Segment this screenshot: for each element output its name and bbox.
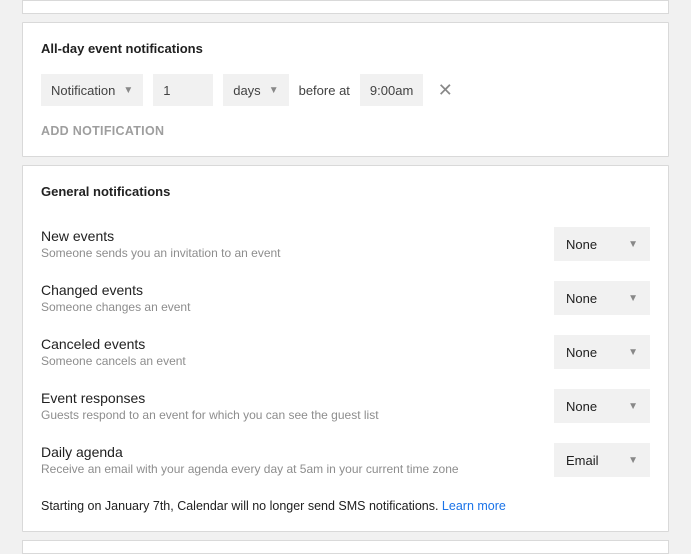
remove-notification-button[interactable]: ✕ xyxy=(433,78,457,102)
gn-dropdown-value: None xyxy=(566,345,597,360)
next-card-edge xyxy=(22,540,669,554)
gn-item-desc: Someone cancels an event xyxy=(41,354,542,368)
gn-dropdown-canceled-events[interactable]: None ▼ xyxy=(554,335,650,369)
gn-dropdown-value: None xyxy=(566,291,597,306)
chevron-down-icon: ▼ xyxy=(123,85,133,96)
chevron-down-icon: ▼ xyxy=(628,401,638,412)
learn-more-link[interactable]: Learn more xyxy=(442,499,506,513)
allday-notifications-card: All-day event notifications Notification… xyxy=(22,22,669,157)
gn-row-daily-agenda: Daily agenda Receive an email with your … xyxy=(41,433,650,487)
gn-dropdown-new-events[interactable]: None ▼ xyxy=(554,227,650,261)
sms-notice: Starting on January 7th, Calendar will n… xyxy=(41,487,650,513)
gn-item-title: Canceled events xyxy=(41,336,542,352)
gn-item-title: New events xyxy=(41,228,542,244)
gn-dropdown-value: Email xyxy=(566,453,599,468)
gn-dropdown-value: None xyxy=(566,237,597,252)
chevron-down-icon: ▼ xyxy=(269,85,279,96)
gn-item-desc: Receive an email with your agenda every … xyxy=(41,462,542,476)
time-value: 9:00am xyxy=(370,83,413,98)
sms-notice-text: Starting on January 7th, Calendar will n… xyxy=(41,499,442,513)
close-icon: ✕ xyxy=(438,80,453,101)
notification-method-value: Notification xyxy=(51,83,115,98)
time-dropdown[interactable]: 9:00am xyxy=(360,74,423,106)
gn-row-changed-events: Changed events Someone changes an event … xyxy=(41,271,650,325)
gn-dropdown-changed-events[interactable]: None ▼ xyxy=(554,281,650,315)
gn-dropdown-event-responses[interactable]: None ▼ xyxy=(554,389,650,423)
chevron-down-icon: ▼ xyxy=(628,239,638,250)
days-unit-dropdown[interactable]: days ▼ xyxy=(223,74,288,106)
allday-title: All-day event notifications xyxy=(41,41,650,56)
general-title: General notifications xyxy=(41,184,650,199)
previous-card-edge xyxy=(22,0,669,14)
gn-item-desc: Someone sends you an invitation to an ev… xyxy=(41,246,542,260)
general-notifications-card: General notifications New events Someone… xyxy=(22,165,669,532)
chevron-down-icon: ▼ xyxy=(628,455,638,466)
before-at-label: before at xyxy=(299,83,350,98)
chevron-down-icon: ▼ xyxy=(628,347,638,358)
gn-item-desc: Guests respond to an event for which you… xyxy=(41,408,542,422)
days-unit-value: days xyxy=(233,83,260,98)
gn-dropdown-daily-agenda[interactable]: Email ▼ xyxy=(554,443,650,477)
gn-dropdown-value: None xyxy=(566,399,597,414)
gn-row-canceled-events: Canceled events Someone cancels an event… xyxy=(41,325,650,379)
gn-item-desc: Someone changes an event xyxy=(41,300,542,314)
gn-item-title: Daily agenda xyxy=(41,444,542,460)
gn-item-title: Changed events xyxy=(41,282,542,298)
allday-notification-row: Notification ▼ days ▼ before at 9:00am ✕ xyxy=(41,74,650,106)
notification-method-dropdown[interactable]: Notification ▼ xyxy=(41,74,143,106)
days-value-input[interactable] xyxy=(153,74,213,106)
chevron-down-icon: ▼ xyxy=(628,293,638,304)
gn-item-title: Event responses xyxy=(41,390,542,406)
add-notification-button[interactable]: ADD NOTIFICATION xyxy=(41,124,650,138)
gn-row-event-responses: Event responses Guests respond to an eve… xyxy=(41,379,650,433)
gn-row-new-events: New events Someone sends you an invitati… xyxy=(41,217,650,271)
